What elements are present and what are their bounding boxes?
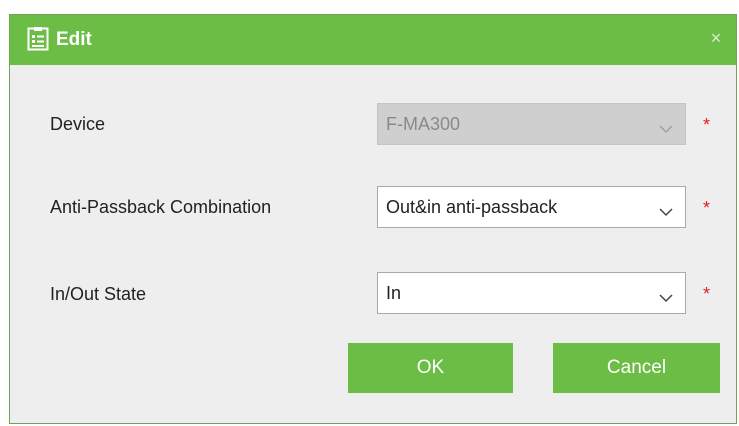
state-select-value: In [386, 283, 402, 303]
device-select: F-MA300 [377, 103, 686, 145]
close-icon[interactable]: × [706, 27, 726, 49]
device-required-marker: * [703, 115, 711, 135]
combination-label: Anti-Passback Combination [50, 197, 272, 217]
chevron-down-icon [659, 118, 673, 134]
cancel-button[interactable]: Cancel [553, 343, 720, 393]
dialog-title-bar[interactable]: Edit × [10, 15, 736, 65]
combination-select-value: Out&in anti-passback [386, 197, 558, 217]
chevron-down-icon [659, 201, 673, 217]
combination-required-marker: * [703, 198, 711, 218]
combination-select[interactable]: Out&in anti-passback [377, 186, 686, 228]
state-label: In/Out State [50, 284, 147, 304]
device-label: Device [50, 114, 106, 134]
chevron-down-icon [659, 287, 673, 303]
ok-button[interactable]: OK [348, 343, 513, 393]
dialog-title: Edit [56, 29, 92, 50]
edit-form-icon [27, 27, 49, 51]
state-select[interactable]: In [377, 272, 686, 314]
state-required-marker: * [703, 284, 711, 304]
device-select-value: F-MA300 [386, 114, 461, 134]
edit-dialog: Edit × Device F-MA300 * Anti-Passback Co… [9, 14, 737, 424]
